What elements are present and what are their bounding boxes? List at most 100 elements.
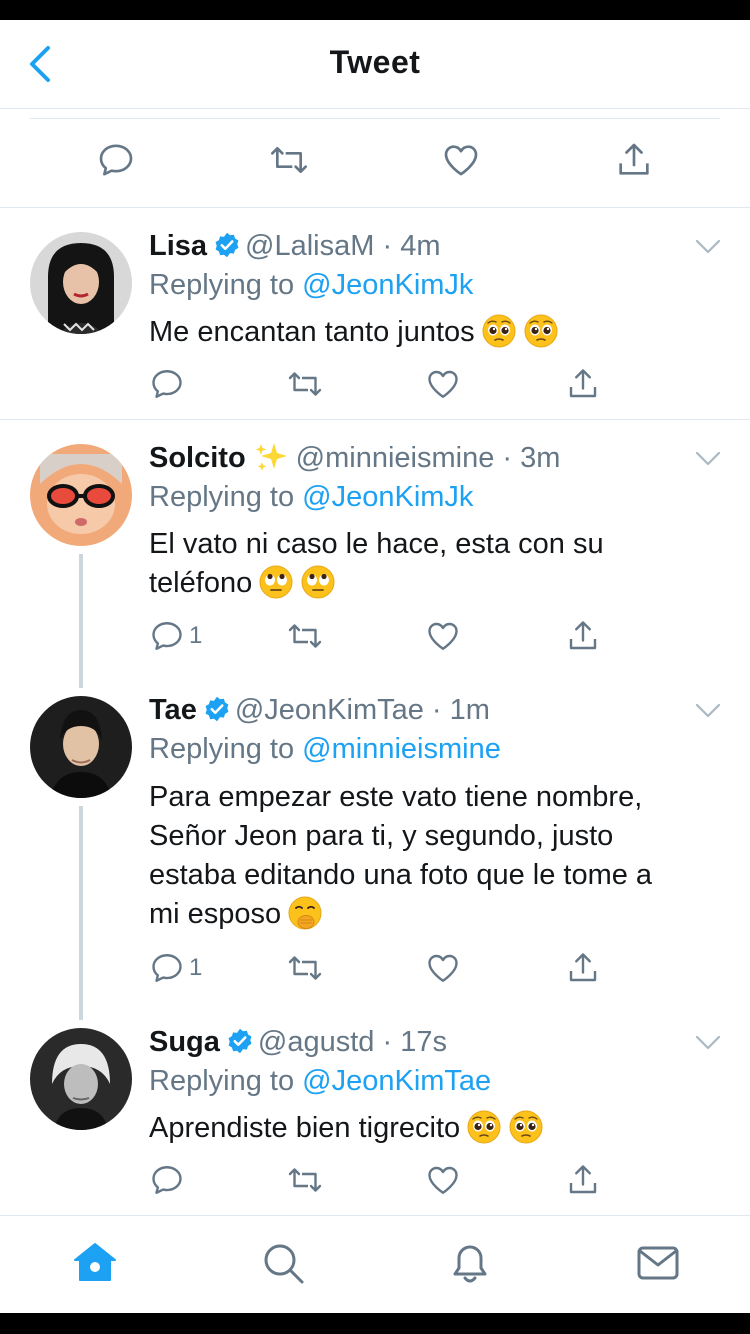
reply-header: Suga @agustd · 17s (149, 1024, 447, 1060)
reply-count: 1 (189, 954, 203, 981)
sparkles-emoji (255, 443, 287, 471)
reply-tweet[interactable]: Solcito @minnieismine · 3m Replying to @J… (0, 420, 750, 672)
tweet-text: Para empezar este vato tiene nombre, Señ… (149, 778, 729, 934)
retweet-icon[interactable] (287, 950, 323, 986)
reply-tweet[interactable]: Lisa @LalisaM · 4m Replying to @JeonKimJk… (0, 208, 750, 420)
like-icon[interactable] (441, 140, 481, 180)
replying-label: Replying to (149, 481, 295, 513)
retweet-icon[interactable] (287, 366, 323, 402)
reply-header: Solcito @minnieismine · 3m (149, 440, 560, 476)
separator-dot: · (494, 442, 521, 474)
user-handle[interactable]: @minnieismine (296, 442, 495, 474)
replying-label: Replying to (149, 269, 295, 301)
timestamp: 4m (400, 230, 441, 262)
tweet-text-line: Me encantan tanto juntos (149, 316, 475, 348)
separator-dot: · (374, 230, 401, 262)
verified-badge-icon (203, 695, 231, 723)
tweet-text-line: estaba editando una foto que le tome a (149, 859, 653, 891)
like-icon[interactable] (425, 1162, 461, 1198)
reply-tweet[interactable]: Suga @agustd · 17s Replying to @JeonKimTa… (0, 1004, 750, 1214)
tweet-actions: 1 (149, 950, 629, 990)
replying-to: Replying to @JeonKimTae (149, 1063, 491, 1099)
avatar[interactable] (30, 444, 132, 546)
tweet-text-line: mi esposo (149, 895, 729, 934)
retweet-icon[interactable] (269, 140, 309, 180)
share-icon[interactable] (565, 1162, 601, 1198)
mention-link[interactable]: @JeonKimJk (302, 481, 473, 513)
pleading-face-emoji (466, 1109, 502, 1145)
display-name[interactable]: Suga (149, 1026, 220, 1058)
replying-to: Replying to @JeonKimJk (149, 267, 473, 303)
like-icon[interactable] (425, 366, 461, 402)
avatar[interactable] (30, 232, 132, 334)
chevron-down-icon[interactable] (694, 450, 722, 468)
share-icon[interactable] (565, 366, 601, 402)
chevron-down-icon[interactable] (694, 702, 722, 720)
divider (30, 118, 720, 119)
user-handle[interactable]: @LalisaM (245, 230, 374, 262)
mention-link[interactable]: @minnieismine (302, 733, 501, 765)
separator-dot: · (423, 694, 450, 726)
mention-link[interactable]: @JeonKimJk (302, 269, 473, 301)
tweet-actions (149, 366, 629, 406)
user-handle[interactable]: @agustd (258, 1026, 375, 1058)
retweet-icon[interactable] (287, 618, 323, 654)
reply-header: Lisa @LalisaM · 4m (149, 228, 440, 264)
tweet-text-line: Para empezar este vato tiene nombre, (149, 781, 643, 813)
verified-badge-icon (213, 231, 241, 259)
user-handle[interactable]: @JeonKimTae (235, 694, 424, 726)
separator-dot: · (374, 1026, 401, 1058)
tweet-actions (149, 1162, 629, 1202)
reply-icon[interactable] (149, 366, 185, 402)
retweet-icon[interactable] (287, 1162, 323, 1198)
messages-icon[interactable] (635, 1240, 681, 1286)
timestamp: 1m (449, 694, 490, 726)
notifications-icon[interactable] (447, 1240, 493, 1286)
face-with-hand-over-mouth-emoji (287, 895, 323, 931)
tweet-text: Me encantan tanto juntos (149, 313, 709, 352)
search-icon[interactable] (260, 1240, 306, 1286)
replying-label: Replying to (149, 733, 295, 765)
timestamp: 3m (520, 442, 561, 474)
tweet-text-line: Señor Jeon para ti, y segundo, justo (149, 820, 614, 852)
tweet-text-word: mi esposo (149, 898, 282, 930)
avatar[interactable] (30, 1028, 132, 1130)
chevron-down-icon[interactable] (694, 238, 722, 256)
display-name[interactable]: Lisa (149, 230, 207, 262)
reply-icon[interactable] (149, 618, 185, 654)
pleading-face-emoji (508, 1109, 544, 1145)
rolling-eyes-emoji (300, 564, 336, 600)
reply-header: Tae @JeonKimTae · 1m (149, 692, 490, 728)
avatar[interactable] (30, 696, 132, 798)
tweet-text: Aprendiste bien tigrecito (149, 1109, 709, 1148)
status-bar (0, 0, 750, 20)
rolling-eyes-emoji (258, 564, 294, 600)
reply-icon[interactable] (149, 950, 185, 986)
home-icon[interactable] (72, 1240, 118, 1286)
reply-icon[interactable] (149, 1162, 185, 1198)
chevron-down-icon[interactable] (694, 1034, 722, 1052)
reply-count: 1 (189, 622, 203, 649)
like-icon[interactable] (425, 618, 461, 654)
reply-icon[interactable] (96, 140, 136, 180)
pleading-face-emoji (523, 313, 559, 349)
like-icon[interactable] (425, 950, 461, 986)
navigation-bar: Tweet (0, 20, 750, 109)
tab-bar (0, 1215, 750, 1314)
display-name[interactable]: Solcito (149, 442, 246, 474)
tweet-text-line: Aprendiste bien tigrecito (149, 1112, 461, 1144)
share-icon[interactable] (565, 618, 601, 654)
page-title: Tweet (329, 44, 421, 80)
verified-badge-icon (226, 1027, 254, 1055)
timestamp: 17s (400, 1026, 447, 1058)
pleading-face-emoji (481, 313, 517, 349)
tweet-text: El vato ni caso le hace, esta con su tel… (149, 525, 709, 603)
share-icon[interactable] (614, 140, 654, 180)
mention-link[interactable]: @JeonKimTae (302, 1065, 491, 1097)
reply-tweet[interactable]: Tae @JeonKimTae · 1m Replying to @minniei… (0, 672, 750, 1004)
main-tweet-actions (0, 108, 750, 208)
tweet-text-word: teléfono (149, 567, 253, 599)
share-icon[interactable] (565, 950, 601, 986)
display-name[interactable]: Tae (149, 694, 197, 726)
replying-to: Replying to @JeonKimJk (149, 479, 473, 515)
